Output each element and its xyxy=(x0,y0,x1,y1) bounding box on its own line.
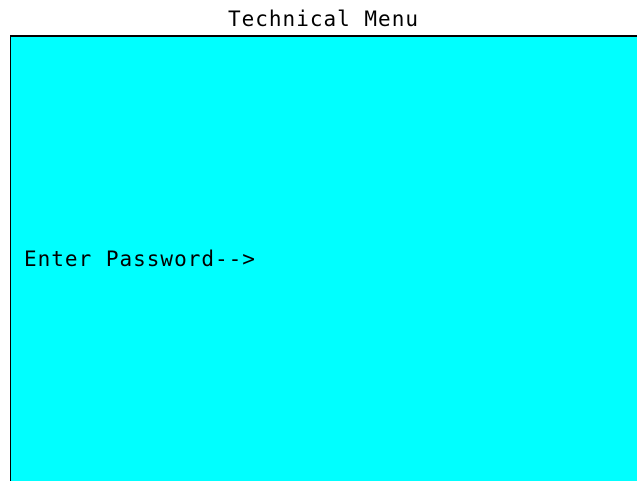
terminal-screen[interactable]: Enter Password--> xyxy=(10,37,637,481)
page-title: Technical Menu xyxy=(227,6,419,31)
password-prompt[interactable]: Enter Password--> xyxy=(24,247,256,271)
title-bar: Technical Menu xyxy=(10,0,637,37)
